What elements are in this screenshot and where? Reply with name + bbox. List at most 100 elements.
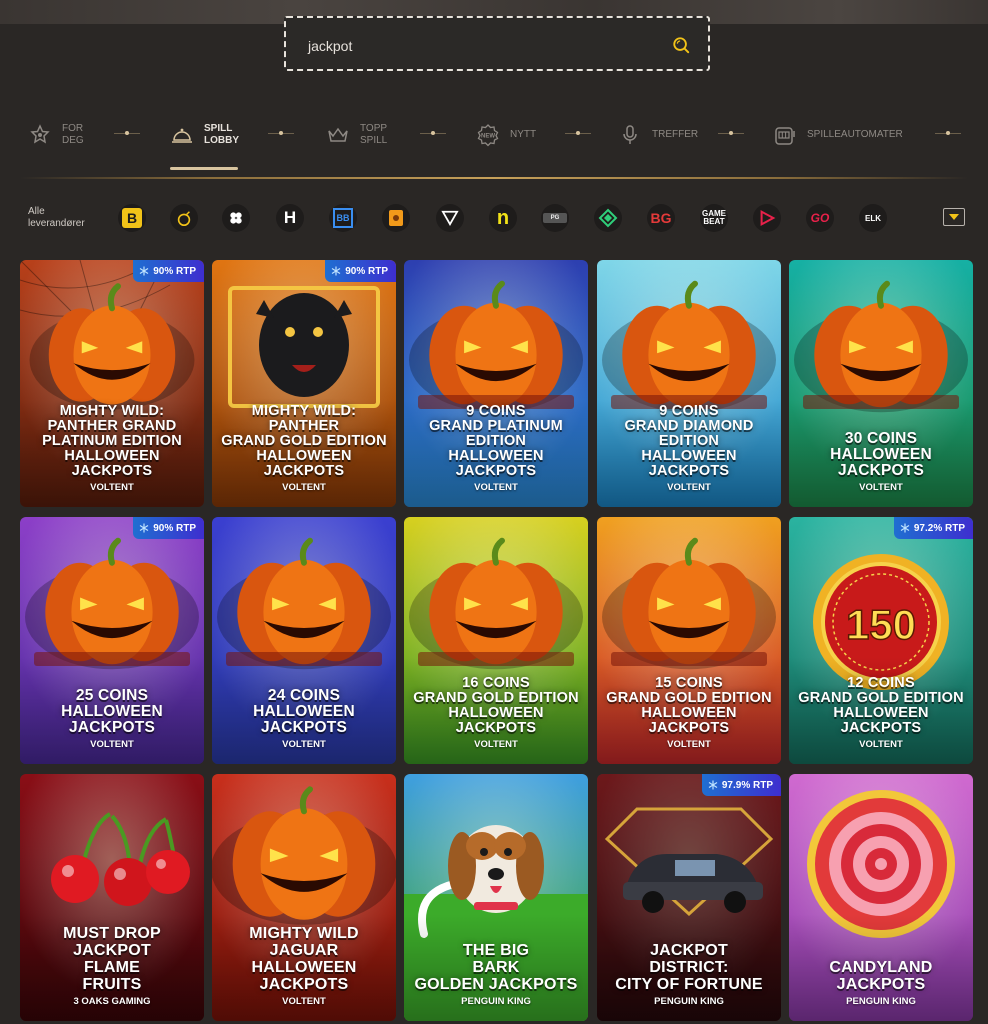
rtp-badge: 90% RTP bbox=[133, 517, 204, 539]
game-title: MIGHTY WILD: PANTHER GRAND PLATINUM EDIT… bbox=[42, 403, 182, 479]
game-tile[interactable]: 16 COINS GRAND GOLD EDITION HALLOWEEN JA… bbox=[404, 517, 588, 764]
provider-logo-6[interactable] bbox=[436, 204, 464, 232]
provider-logo-12[interactable] bbox=[753, 204, 781, 232]
game-title: JACKPOT DISTRICT: CITY OF FORTUNE bbox=[615, 942, 763, 993]
provider-logo-0[interactable]: B bbox=[118, 204, 146, 232]
rtp-value: 90% RTP bbox=[153, 522, 196, 534]
nav-label: NYTT bbox=[510, 129, 537, 140]
game-provider: 3 OAKS GAMING bbox=[73, 996, 151, 1007]
game-title: 24 COINS HALLOWEEN JACKPOTS bbox=[253, 687, 355, 736]
game-tile[interactable]: 15 COINS GRAND GOLD EDITION HALLOWEEN JA… bbox=[597, 517, 781, 764]
provider-logo-3[interactable]: H bbox=[276, 204, 304, 232]
game-provider: VOLTENT bbox=[859, 739, 903, 750]
game-provider: VOLTENT bbox=[282, 482, 326, 493]
snowflake-icon bbox=[139, 266, 149, 276]
snowflake-icon bbox=[139, 523, 149, 533]
game-tile[interactable]: 150 12 COINS GRAND GOLD EDITION HALLOWEEN… bbox=[789, 517, 973, 764]
game-tile[interactable]: CANDYLAND JACKPOTS PENGUIN KING bbox=[789, 774, 973, 1021]
search-icon[interactable] bbox=[672, 36, 690, 54]
game-provider: VOLTENT bbox=[474, 482, 518, 493]
game-tile[interactable]: JACKPOT DISTRICT: CITY OF FORTUNE PENGUIN… bbox=[597, 774, 781, 1021]
game-tile[interactable]: THE BIG BARK GOLDEN JACKPOTS PENGUIN KING bbox=[404, 774, 588, 1021]
provider-logo-7[interactable]: n bbox=[489, 204, 517, 232]
new-badge-icon: NEW bbox=[477, 124, 499, 147]
game-title: MUST DROP JACKPOT FLAME FRUITS bbox=[63, 925, 161, 993]
provider-logo-14[interactable]: ELK bbox=[859, 204, 887, 232]
provider-logo-8[interactable]: PG bbox=[541, 204, 569, 232]
game-title: CANDYLAND JACKPOTS bbox=[829, 959, 933, 993]
game-provider: VOLTENT bbox=[667, 482, 711, 493]
category-nav: FOR DEG SPILL LOBBY TOPP SPILL NEW NYTT … bbox=[0, 105, 988, 177]
rtp-value: 90% RTP bbox=[153, 265, 196, 277]
nav-separator bbox=[114, 131, 140, 135]
provider-logo-5[interactable] bbox=[382, 204, 410, 232]
game-provider: VOLTENT bbox=[474, 739, 518, 750]
game-title: 30 COINS HALLOWEEN JACKPOTS bbox=[830, 430, 932, 479]
game-title: 9 COINS GRAND DIAMOND EDITION HALLOWEEN … bbox=[624, 403, 754, 479]
nav-item-nytt[interactable]: NEW NYTT bbox=[476, 113, 536, 157]
game-provider: VOLTENT bbox=[667, 739, 711, 750]
game-title: 16 COINS GRAND GOLD EDITION HALLOWEEN JA… bbox=[413, 675, 579, 736]
game-tile[interactable]: MIGHTY WILD: PANTHER GRAND GOLD EDITION … bbox=[212, 260, 396, 507]
service-bell-icon bbox=[172, 128, 192, 143]
search-box[interactable]: jackpot bbox=[284, 16, 710, 71]
slot-machine-icon bbox=[775, 127, 795, 145]
game-provider: PENGUIN KING bbox=[461, 996, 531, 1007]
nav-label: TOPP SPILL bbox=[360, 123, 388, 146]
game-title: 15 COINS GRAND GOLD EDITION HALLOWEEN JA… bbox=[606, 675, 772, 736]
game-tile[interactable]: MUST DROP JACKPOT FLAME FRUITS 3 OAKS GAM… bbox=[20, 774, 204, 1021]
snowflake-icon bbox=[331, 266, 341, 276]
game-title: 12 COINS GRAND GOLD EDITION HALLOWEEN JA… bbox=[798, 675, 964, 736]
nav-item-for-deg[interactable]: FOR DEG bbox=[28, 113, 84, 157]
rtp-badge: 97.2% RTP bbox=[893, 517, 973, 539]
provider-logo-9[interactable] bbox=[594, 204, 622, 232]
crown-icon bbox=[328, 127, 348, 142]
game-tile[interactable]: 30 COINS HALLOWEEN JACKPOTS VOLTENT bbox=[789, 260, 973, 507]
game-title: 25 COINS HALLOWEEN JACKPOTS bbox=[61, 687, 163, 736]
game-provider: VOLTENT bbox=[90, 739, 134, 750]
rtp-value: 97.9% RTP bbox=[721, 779, 773, 791]
nav-separator bbox=[268, 131, 294, 135]
game-provider: VOLTENT bbox=[859, 482, 903, 493]
provider-logo-13[interactable]: GO bbox=[806, 204, 834, 232]
game-provider: PENGUIN KING bbox=[654, 996, 724, 1007]
nav-item-spill-lobby[interactable]: SPILL LOBBY bbox=[170, 113, 239, 157]
microphone-icon bbox=[623, 125, 637, 144]
provider-logo-4[interactable]: BB bbox=[329, 204, 357, 232]
rtp-badge: 90% RTP bbox=[133, 260, 204, 282]
nav-separator bbox=[935, 131, 961, 135]
nav-item-topp-spill[interactable]: TOPP SPILL bbox=[326, 113, 387, 157]
provider-logo-1[interactable] bbox=[170, 204, 198, 232]
game-tile[interactable]: 9 COINS GRAND PLATINUM EDITION HALLOWEEN… bbox=[404, 260, 588, 507]
active-tab-indicator bbox=[170, 167, 238, 170]
game-tile[interactable]: 24 COINS HALLOWEEN JACKPOTS VOLTENT bbox=[212, 517, 396, 764]
game-tile[interactable]: MIGHTY WILD JAGUAR HALLOWEEN JACKPOTS VOL… bbox=[212, 774, 396, 1021]
provider-logo-2[interactable] bbox=[222, 204, 250, 232]
game-provider: VOLTENT bbox=[282, 996, 326, 1007]
game-tile[interactable]: 9 COINS GRAND DIAMOND EDITION HALLOWEEN … bbox=[597, 260, 781, 507]
nav-separator bbox=[718, 131, 744, 135]
coin-value: 150 bbox=[846, 601, 916, 648]
game-provider: VOLTENT bbox=[282, 739, 326, 750]
nav-label: FOR DEG bbox=[62, 123, 84, 146]
rtp-value: 90% RTP bbox=[345, 265, 388, 277]
search-input[interactable]: jackpot bbox=[308, 38, 352, 54]
nav-item-spilleautomater[interactable]: SPILLEAUTOMATER bbox=[773, 113, 903, 157]
svg-text:NEW: NEW bbox=[481, 134, 495, 140]
rtp-value: 97.2% RTP bbox=[913, 522, 965, 534]
game-title: THE BIG BARK GOLDEN JACKPOTS bbox=[414, 942, 578, 993]
nav-divider bbox=[20, 177, 968, 179]
providers-dropdown-toggle[interactable] bbox=[943, 208, 965, 226]
all-providers-button[interactable]: Alle leverandører bbox=[28, 206, 85, 230]
rtp-badge: 97.9% RTP bbox=[701, 774, 781, 796]
game-tile[interactable]: 25 COINS HALLOWEEN JACKPOTS VOLTENT 90% RT… bbox=[20, 517, 204, 764]
nav-item-treffer[interactable]: TREFFER bbox=[618, 113, 698, 157]
provider-logo-11[interactable]: GAME BEAT bbox=[700, 204, 728, 232]
game-title: MIGHTY WILD: PANTHER GRAND GOLD EDITION … bbox=[221, 403, 387, 479]
nav-label: SPILLEAUTOMATER bbox=[807, 129, 903, 140]
game-tile[interactable]: MIGHTY WILD: PANTHER GRAND PLATINUM EDIT… bbox=[20, 260, 204, 507]
nav-separator bbox=[565, 131, 591, 135]
game-title: MIGHTY WILD JAGUAR HALLOWEEN JACKPOTS bbox=[249, 925, 359, 993]
provider-logo-10[interactable]: BG bbox=[647, 204, 675, 232]
provider-filter-bar: Alle leverandører B H BB n PG BG GAME BEAT GO EL… bbox=[0, 196, 988, 240]
